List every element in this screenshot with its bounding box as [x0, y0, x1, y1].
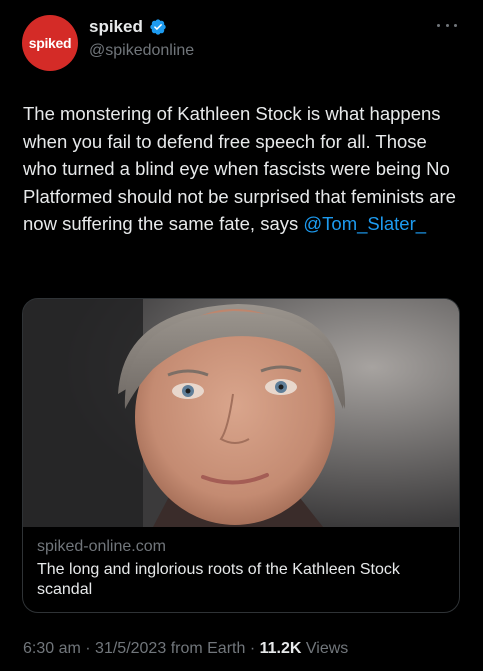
views-count[interactable]: 11.2K — [260, 640, 302, 657]
tweet-footer: 6:30 am · 31/5/2023 from Earth · 11.2K V… — [23, 640, 348, 658]
card-meta: spiked-online.com The long and ingloriou… — [37, 537, 447, 600]
card-title[interactable]: The long and inglorious roots of the Kat… — [37, 560, 447, 600]
tweet-date[interactable]: 31/5/2023 — [95, 640, 166, 657]
tweet-source: from Earth — [170, 640, 246, 657]
tweet: spiked spiked @spikedonline The monsteri… — [0, 0, 483, 671]
name-row: spiked — [89, 17, 167, 37]
more-options-icon[interactable] — [437, 20, 457, 30]
separator: · — [249, 640, 256, 657]
display-name[interactable]: spiked — [89, 17, 143, 37]
avatar-logo-text: spiked — [28, 35, 72, 51]
handle[interactable]: @spikedonline — [89, 42, 194, 60]
portrait-image — [23, 299, 459, 527]
separator: · — [85, 640, 91, 657]
verified-badge-icon — [150, 19, 166, 35]
link-card[interactable]: spiked-online.com The long and ingloriou… — [22, 298, 460, 613]
card-image[interactable] — [23, 299, 459, 527]
avatar[interactable]: spiked — [22, 15, 78, 71]
views-label[interactable]: Views — [306, 640, 348, 657]
mention-link[interactable]: @Tom_Slater_ — [303, 213, 426, 234]
card-domain: spiked-online.com — [37, 538, 166, 555]
tweet-time[interactable]: 6:30 am — [23, 640, 81, 657]
tweet-text: The monstering of Kathleen Stock is what… — [23, 100, 463, 238]
